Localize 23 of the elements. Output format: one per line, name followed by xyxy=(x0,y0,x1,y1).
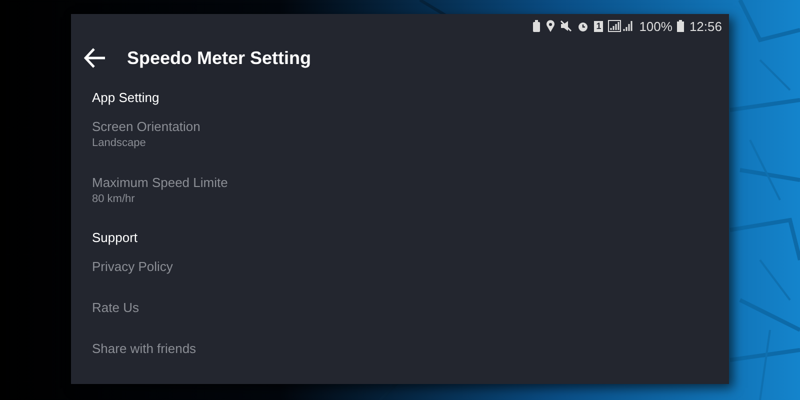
setting-item[interactable]: Rate Us xyxy=(71,287,729,328)
back-arrow-icon xyxy=(84,48,106,68)
setting-title: Screen Orientation xyxy=(92,119,202,134)
section-heading: Support xyxy=(92,230,139,246)
section-heading: App Setting xyxy=(92,90,160,106)
setting-item[interactable]: Privacy Policy xyxy=(71,246,729,287)
setting-item[interactable]: Screen Orientation Landscape xyxy=(71,106,729,162)
setting-value: 80 km/hr xyxy=(92,193,136,205)
mute-icon xyxy=(560,20,572,32)
setting-value: Landscape xyxy=(92,137,147,149)
setting-item[interactable]: Maximum Speed Limite 80 km/hr xyxy=(71,162,729,218)
setting-title: Share with friends xyxy=(92,341,198,356)
signal-icon xyxy=(608,20,634,32)
setting-item[interactable]: Share with friends xyxy=(71,328,729,369)
setting-title: Maximum Speed Limite xyxy=(92,175,229,190)
screen-title: Speedo Meter Setting xyxy=(127,48,312,68)
clock: 12:56 xyxy=(689,18,722,34)
location-icon xyxy=(546,20,556,32)
battery-icon xyxy=(677,20,684,32)
battery-level: 100% xyxy=(639,18,672,34)
setting-title: Rate Us xyxy=(92,300,140,315)
setting-title: Privacy Policy xyxy=(92,259,174,274)
sim-indicator: 1 xyxy=(594,20,604,32)
